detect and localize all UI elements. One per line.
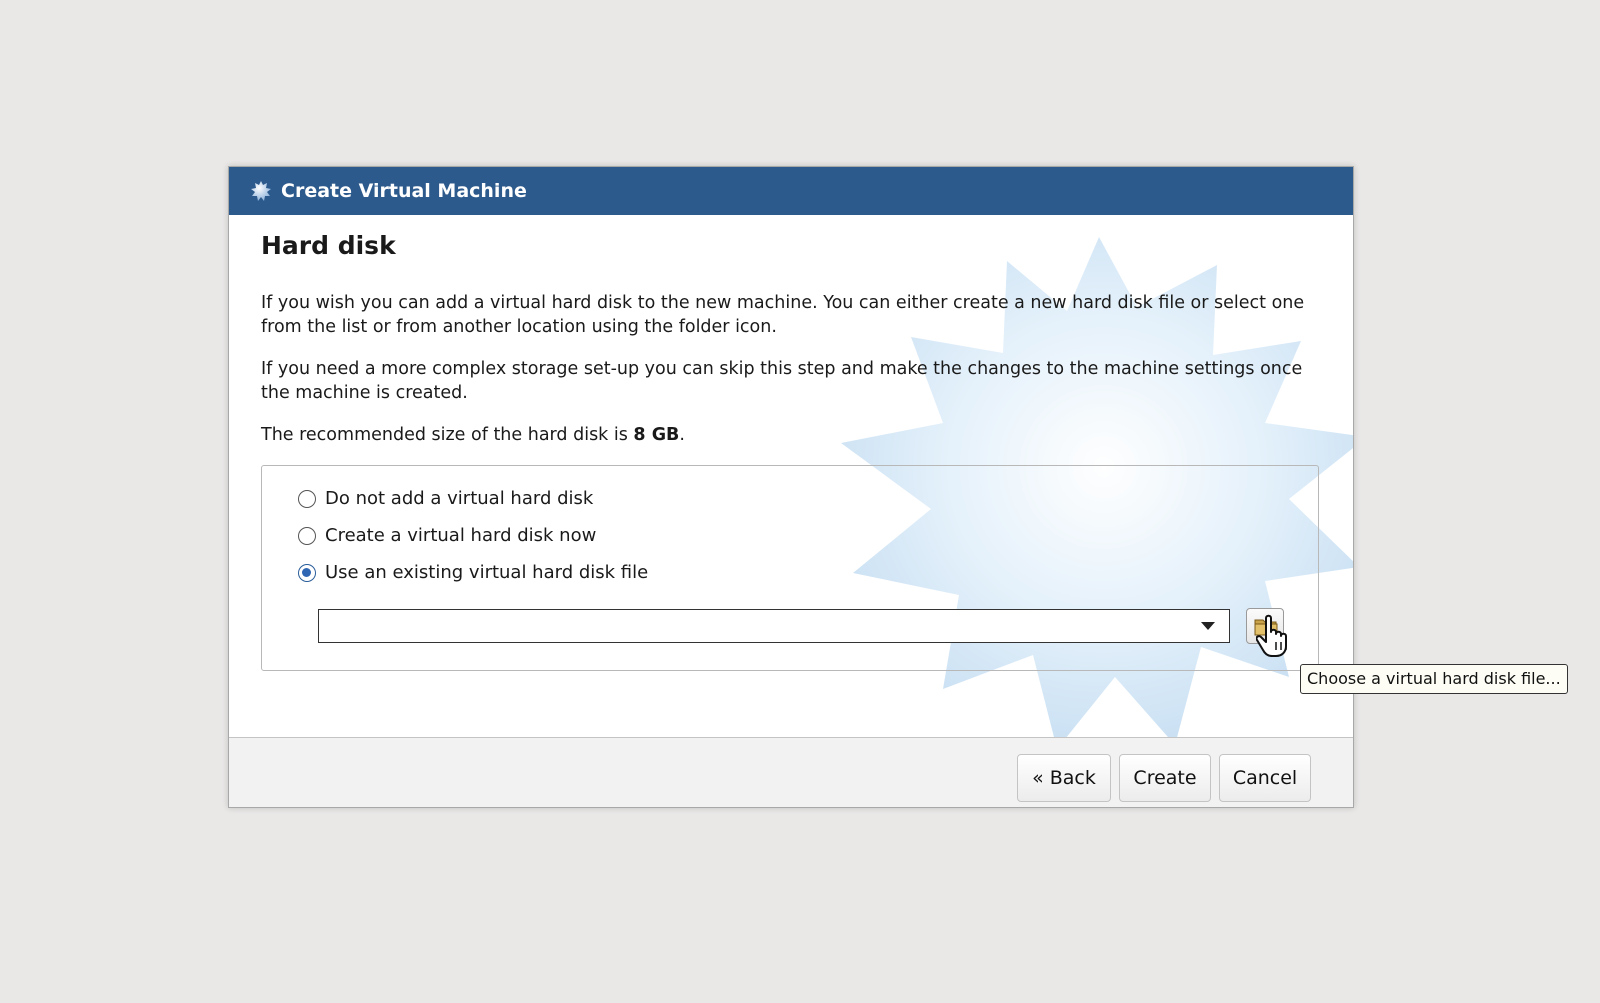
hand-pointer-icon bbox=[1256, 614, 1287, 657]
storage-paragraph: If you need a more complex storage set-u… bbox=[261, 359, 1303, 403]
intro-paragraph: If you wish you can add a virtual hard d… bbox=[261, 293, 1305, 337]
radio-existing-disk[interactable] bbox=[298, 563, 316, 582]
create-button[interactable]: Create bbox=[1119, 754, 1211, 802]
option-create-disk-label: Create a virtual hard disk now bbox=[325, 525, 597, 546]
cancel-button[interactable]: Cancel bbox=[1219, 754, 1311, 802]
option-no-disk[interactable]: Do not add a virtual hard disk bbox=[298, 488, 593, 509]
virtualbox-icon bbox=[251, 181, 271, 201]
chevron-down-icon[interactable] bbox=[1201, 622, 1215, 630]
option-existing-disk[interactable]: Use an existing virtual hard disk file bbox=[298, 562, 648, 583]
dialog-footer: « Back Create Cancel bbox=[229, 737, 1353, 807]
recommended-prefix: The recommended size of the hard disk is bbox=[261, 425, 634, 445]
hard-disk-options-group: Do not add a virtual hard disk Create a … bbox=[261, 465, 1319, 671]
recommended-size-value: 8 GB bbox=[633, 425, 680, 445]
option-no-disk-label: Do not add a virtual hard disk bbox=[325, 488, 594, 509]
radio-no-disk[interactable] bbox=[298, 489, 316, 508]
dialog-content: Hard disk If you wish you can add a virt… bbox=[261, 215, 1321, 445]
option-existing-disk-label: Use an existing virtual hard disk file bbox=[325, 562, 649, 583]
recommended-suffix: . bbox=[679, 425, 685, 445]
folder-button-tooltip: Choose a virtual hard disk file... bbox=[1300, 664, 1568, 694]
disk-file-select[interactable] bbox=[318, 609, 1230, 643]
option-create-disk[interactable]: Create a virtual hard disk now bbox=[298, 525, 596, 546]
dialog-title: Create Virtual Machine bbox=[281, 180, 527, 202]
create-vm-dialog: Create Virtual Machine Hard disk If you … bbox=[228, 166, 1354, 808]
radio-create-disk[interactable] bbox=[298, 526, 316, 545]
page-title: Hard disk bbox=[261, 231, 396, 260]
dialog-titlebar[interactable]: Create Virtual Machine bbox=[229, 167, 1353, 215]
back-button[interactable]: « Back bbox=[1017, 754, 1111, 802]
recommended-size-text: The recommended size of the hard disk is… bbox=[261, 423, 1321, 447]
